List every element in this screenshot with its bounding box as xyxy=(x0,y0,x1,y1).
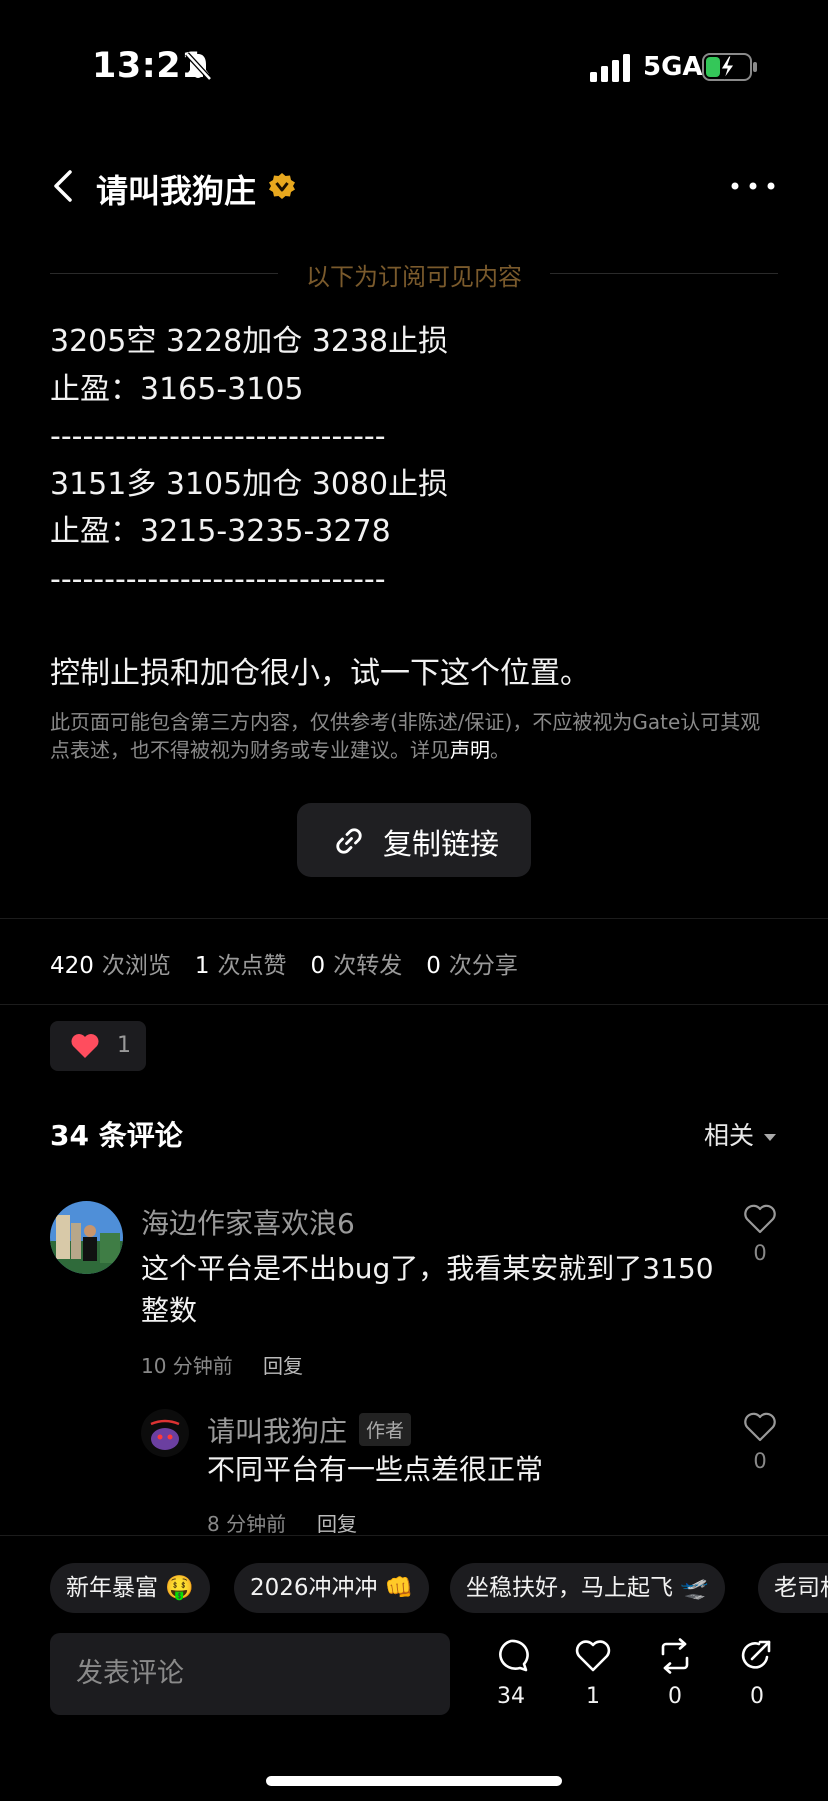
copy-link-label: 复制链接 xyxy=(383,827,500,861)
disclaimer-text: 此页面可能包含第三方内容，仅供参考(非陈述/保证)，不应被视为Gate认可其观点… xyxy=(50,710,761,762)
heart-outline-icon[interactable] xyxy=(743,1204,777,1234)
avatar[interactable] xyxy=(50,1201,123,1274)
link-icon xyxy=(336,828,362,854)
post-line: 3205空 3228加仓 3238止损 xyxy=(50,324,449,359)
author-badge: 作者 xyxy=(359,1413,412,1446)
author-name[interactable]: 请叫我狗庄 xyxy=(96,166,256,212)
quick-reply-chip[interactable]: 老司机 xyxy=(758,1563,828,1613)
views-label: 次浏览 xyxy=(101,953,171,979)
status-bar: 13:21 5GA xyxy=(0,0,828,130)
avatar[interactable] xyxy=(141,1409,189,1457)
top-nav-bar: 请叫我狗庄 xyxy=(0,150,828,222)
copy-link-button[interactable]: 复制链接 xyxy=(297,803,531,877)
post-line: ------------------------------- xyxy=(50,561,386,597)
heart-reaction-button[interactable]: 1 xyxy=(50,1021,146,1071)
cell-signal-icon xyxy=(590,54,630,82)
disclaimer-end: 。 xyxy=(490,738,510,762)
subscriber-content-divider: 以下为订阅可见内容 xyxy=(50,255,778,291)
comment-input[interactable] xyxy=(76,1653,426,1693)
post-stats: 420 次浏览 1 次点赞 0 次转发 0 次分享 xyxy=(50,946,542,980)
views-count: 420 xyxy=(50,953,94,979)
post-body: 3205空 3228加仓 3238止损 止盈：3165-3105 -------… xyxy=(50,318,790,603)
section-divider xyxy=(0,918,828,919)
home-indicator[interactable] xyxy=(266,1776,562,1786)
comments-count-title: 34 条评论 xyxy=(50,1119,183,1152)
comment-time: 10 分钟前 xyxy=(141,1354,233,1378)
likes-count: 1 xyxy=(194,953,210,979)
reposts-count: 0 xyxy=(310,953,326,979)
comment-text: 这个平台是不出bug了，我看某安就到了3150整数 xyxy=(141,1252,714,1327)
post-line: 止盈：3165-3105 xyxy=(50,371,304,407)
divider-line xyxy=(550,273,778,274)
heart-outline-icon xyxy=(575,1640,611,1672)
comment-time: 8 分钟前 xyxy=(207,1512,287,1536)
avatar-logo xyxy=(141,1409,189,1457)
subscriber-content-label: 以下为订阅可见内容 xyxy=(306,263,522,291)
comment-input-box[interactable] xyxy=(50,1633,450,1715)
network-type: 5GA xyxy=(643,52,703,82)
more-options-icon[interactable] xyxy=(730,178,776,194)
comment-sort-dropdown[interactable]: 相关 xyxy=(704,1116,777,1152)
comment-author[interactable]: 请叫我狗庄 xyxy=(207,1410,347,1450)
repost-action-count: 0 xyxy=(668,1684,682,1709)
comment-text: 不同平台有一些点差很正常 xyxy=(207,1453,544,1486)
reply-button[interactable]: 回复 xyxy=(317,1508,357,1537)
post-line: ------------------------------- xyxy=(50,419,386,454)
repost-icon xyxy=(661,1638,689,1674)
sort-label: 相关 xyxy=(704,1121,755,1150)
comment-like-count: 0 xyxy=(753,1241,767,1265)
post-line: 止盈：3215-3235-3278 xyxy=(50,514,391,549)
share-icon xyxy=(741,1640,771,1669)
repost-action[interactable]: 0 xyxy=(645,1638,705,1714)
reposts-label: 次转发 xyxy=(333,953,403,979)
post-line: 3151多 3105加仓 3080止损 xyxy=(50,466,449,502)
comment-like-count: 0 xyxy=(753,1449,767,1473)
bottom-composer-panel: 新年暴富 🤑 2026冲冲冲 👊 坐稳扶好，马上起飞 🛫 老司机 34 1 0 xyxy=(0,1535,828,1801)
battery-charging-icon xyxy=(702,53,757,81)
shares-label: 次分享 xyxy=(448,953,518,979)
verified-badge-icon xyxy=(269,173,295,199)
avatar-photo xyxy=(50,1201,123,1274)
post-summary: 控制止损和加仓很小，试一下这个位置。 xyxy=(50,656,590,691)
likes-label: 次点赞 xyxy=(217,953,287,979)
quick-reply-chip[interactable]: 新年暴富 🤑 xyxy=(50,1563,210,1613)
reaction-count: 1 xyxy=(117,1033,131,1058)
quick-reply-chip[interactable]: 2026冲冲冲 👊 xyxy=(234,1563,430,1613)
heart-filled-icon xyxy=(71,1034,99,1058)
comments-action-count: 34 xyxy=(497,1684,525,1709)
caret-down-icon xyxy=(764,1133,777,1141)
disclaimer-link[interactable]: 声明 xyxy=(450,738,490,762)
heart-outline-icon[interactable] xyxy=(743,1412,777,1442)
like-action-count: 1 xyxy=(586,1684,600,1709)
comment-bubble-icon xyxy=(499,1639,529,1672)
share-action[interactable]: 0 xyxy=(727,1638,787,1714)
like-action[interactable]: 1 xyxy=(563,1638,623,1714)
disclaimer: 此页面可能包含第三方内容，仅供参考(非陈述/保证)，不应被视为Gate认可其观点… xyxy=(50,708,780,764)
shares-count: 0 xyxy=(426,953,441,979)
back-arrow-icon[interactable] xyxy=(46,164,80,208)
bell-muted-icon xyxy=(185,52,212,81)
comments-action[interactable]: 34 xyxy=(481,1638,541,1714)
reply-button[interactable]: 回复 xyxy=(263,1350,303,1379)
section-divider xyxy=(0,1004,828,1005)
quick-reply-chip[interactable]: 坐稳扶好，马上起飞 🛫 xyxy=(450,1563,725,1613)
share-action-count: 0 xyxy=(750,1684,764,1709)
comment-author[interactable]: 海边作家喜欢浪6 xyxy=(141,1202,355,1242)
